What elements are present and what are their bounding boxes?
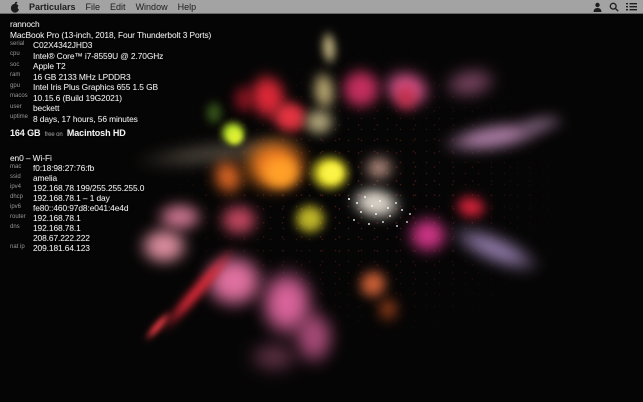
row-value: 10.15.6 (Build 19G2021) (33, 93, 122, 103)
info-row: cpu Intel® Core™ i7-8559U @ 2.70GHz (10, 51, 211, 62)
apple-menu[interactable] (10, 1, 20, 13)
info-row: macos 10.15.6 (Build 19G2021) (10, 93, 211, 104)
menu-file[interactable]: File (81, 2, 106, 12)
menu-help[interactable]: Help (173, 2, 202, 12)
info-row: dhcp 192.168.78.1 – 1 day (10, 193, 211, 203)
row-value: amelia (33, 173, 57, 183)
row-label: soc (10, 60, 19, 71)
info-row: serial C02X4342JHD3 (10, 40, 211, 51)
apple-logo-icon (10, 1, 20, 13)
row-label: serial (10, 39, 24, 50)
row-label: user (10, 102, 22, 113)
row-value: fe80::460:97d8:e041:4e4d (33, 203, 128, 213)
row-value: 209.181.64.123 (33, 243, 90, 253)
row-label: gpu (10, 81, 20, 92)
menu-window[interactable]: Window (131, 2, 173, 12)
yellow-under (284, 194, 336, 244)
system-info-overlay: rannoch MacBook Pro (13-inch, 2018, Four… (10, 19, 211, 253)
row-label: router (10, 212, 26, 222)
row-value: Intel Iris Plus Graphics 655 1.5 GB (33, 82, 158, 92)
neon-green-core (222, 124, 248, 150)
row-value: Intel® Core™ i7-8559U @ 2.70GHz (33, 51, 163, 61)
system-rows: serial C02X4342JHD3 cpu Intel® Core™ i7-… (10, 40, 211, 124)
row-value: 192.168.78.1 – 1 day (33, 193, 110, 203)
spotlight-search-icon[interactable] (609, 2, 619, 12)
row-label: dhcp (10, 192, 23, 202)
info-row: nat ip 209.181.64.123 (10, 243, 211, 253)
user-switch-icon[interactable] (593, 2, 602, 12)
storage-summary: 164 GB free on Macintosh HD (10, 128, 211, 141)
row-value: beckett (33, 103, 59, 113)
info-row: dns 192.168.78.1 (10, 223, 211, 233)
red-upper-right (388, 74, 424, 120)
row-value: 8 days, 17 hours, 56 minutes (33, 114, 138, 124)
row-label: dns (10, 222, 20, 232)
row-label: macos (10, 91, 28, 102)
row-label: ram (10, 70, 20, 81)
row-value: C02X4342JHD3 (33, 40, 92, 50)
network-block: en0 – Wi-Fi mac f0:18:98:27:76:fb ssid a… (10, 153, 211, 253)
storage-volume: Macintosh HD (67, 128, 126, 138)
info-row: soc Apple T2 (10, 61, 211, 72)
row-value: Apple T2 (33, 61, 66, 71)
hostname: rannoch (10, 19, 211, 30)
storage-free-amount: 164 GB (10, 128, 40, 138)
row-value: 208.67.222.222 (33, 233, 90, 243)
menu-app-name[interactable]: Particulars (29, 2, 81, 12)
row-label: uptime (10, 112, 28, 123)
row-value: 192.168.78.199/255.255.255.0 (33, 183, 144, 193)
menu-bar-status-icons (593, 2, 637, 12)
row-value: 192.168.78.1 (33, 223, 81, 233)
row-value: 192.168.78.1 (33, 213, 81, 223)
menu-items: Particulars File Edit Window Help (29, 2, 201, 12)
row-value: f0:18:98:27:76:fb (33, 163, 94, 173)
network-rows: mac f0:18:98:27:76:fb ssid amelia ipv4 1… (10, 163, 211, 253)
row-label: cpu (10, 49, 20, 60)
row-value: 16 GB 2133 MHz LPDDR3 (33, 72, 131, 82)
menu-bar: Particulars File Edit Window Help (0, 0, 643, 14)
orange-low (372, 290, 404, 328)
info-row: uptime 8 days, 17 hours, 56 minutes (10, 114, 211, 125)
info-row: 208.67.222.222 (10, 233, 211, 243)
notification-center-icon[interactable] (626, 2, 637, 11)
info-row: ram 16 GB 2133 MHz LPDDR3 (10, 72, 211, 83)
menu-edit[interactable]: Edit (105, 2, 131, 12)
desktop: Particulars File Edit Window Help ra (0, 0, 643, 402)
white-sparkles (348, 198, 350, 200)
yellow-hot (314, 156, 350, 190)
info-row: ssid amelia (10, 173, 211, 183)
info-row: mac f0:18:98:27:76:fb (10, 163, 211, 173)
info-row: router 192.168.78.1 (10, 213, 211, 223)
info-row: ipv4 192.168.78.199/255.255.255.0 (10, 183, 211, 193)
row-label: mac (10, 162, 21, 172)
machine-model: MacBook Pro (13-inch, 2018, Four Thunder… (10, 30, 211, 41)
info-row: user beckett (10, 103, 211, 114)
row-label: ipv6 (10, 202, 21, 212)
info-row: gpu Intel Iris Plus Graphics 655 1.5 GB (10, 82, 211, 93)
storage-connector: free on (43, 132, 65, 138)
row-label: ipv4 (10, 182, 21, 192)
row-label: ssid (10, 172, 21, 182)
row-label: nat ip (10, 242, 25, 252)
info-row: ipv6 fe80::460:97d8:e041:4e4d (10, 203, 211, 213)
network-interface: en0 – Wi-Fi (10, 153, 211, 163)
